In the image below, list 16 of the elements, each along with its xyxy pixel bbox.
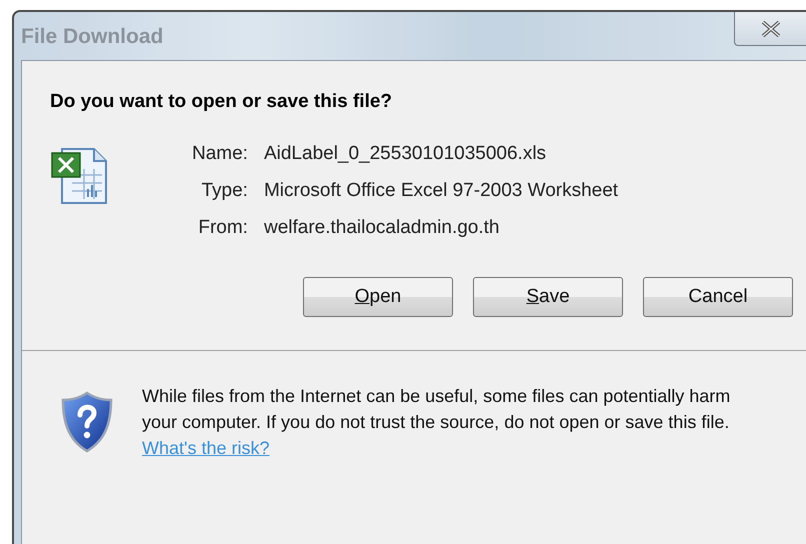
dialog-button[interactable]: Save: [473, 277, 623, 317]
field-value: welfare.thailocaladmin.go.th: [264, 217, 500, 239]
spreadsheet-file-icon: [50, 145, 110, 205]
close-button[interactable]: [734, 12, 806, 46]
close-icon: [760, 20, 780, 36]
shield-question-icon: [60, 391, 114, 453]
field-label: Type:: [200, 180, 248, 202]
field-value: Microsoft Office Excel 97-2003 Worksheet: [264, 180, 618, 202]
field-label: From:: [197, 217, 248, 239]
window-title: File Download: [21, 25, 164, 49]
field-value: AidLabel_0_25530101035006.xls: [264, 143, 548, 165]
dialog-button[interactable]: Open: [303, 277, 453, 317]
dialog-button[interactable]: Cancel: [643, 277, 793, 317]
question-heading: Do you want to open or save this file?: [50, 91, 394, 113]
warning-text: While files from the Internet can be useful, some files can potentially harm your computer. If you do not trust the source, do not open or save this file. What's the risk?: [142, 385, 732, 460]
field-label: Name:: [192, 143, 248, 165]
